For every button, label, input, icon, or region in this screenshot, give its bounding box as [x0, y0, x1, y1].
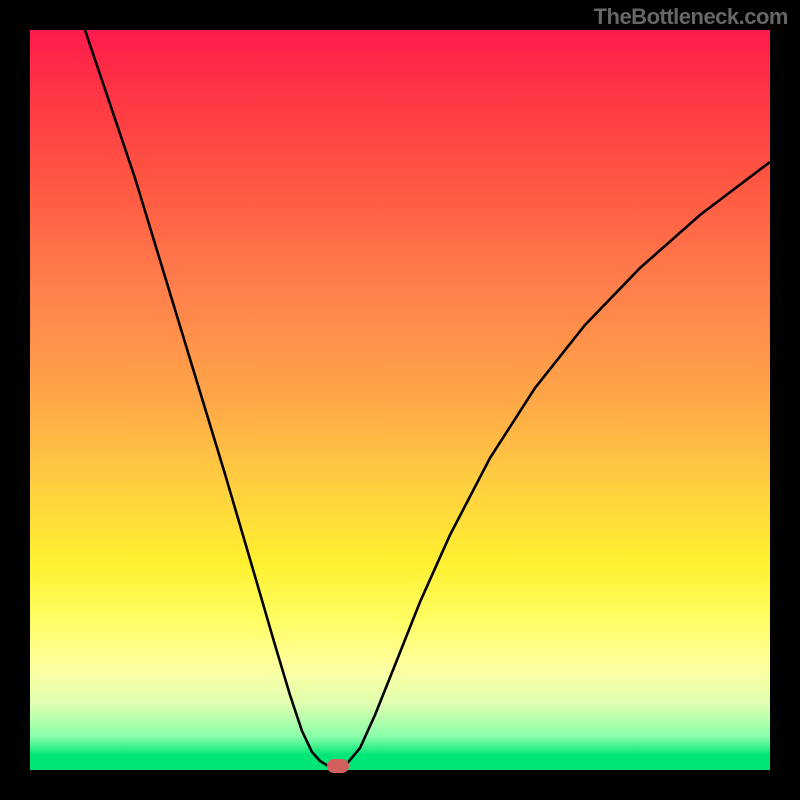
chart-frame: TheBottleneck.com	[0, 0, 800, 800]
curve-right-branch	[334, 162, 770, 768]
curve-left-branch	[85, 30, 334, 768]
optimal-marker	[327, 759, 349, 773]
plot-area	[30, 30, 770, 770]
curve-svg	[30, 30, 770, 770]
watermark-text: TheBottleneck.com	[594, 4, 788, 30]
